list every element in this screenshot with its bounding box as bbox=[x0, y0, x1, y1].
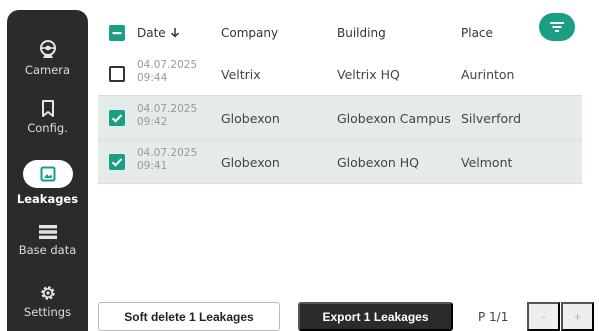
sidebar-item-settings[interactable]: Settings bbox=[7, 284, 88, 319]
building-cell: Veltrix HQ bbox=[337, 67, 400, 82]
sidebar-item-label: Camera bbox=[24, 63, 71, 77]
checkmark-icon bbox=[111, 158, 123, 167]
minus-icon bbox=[112, 32, 122, 35]
row-checkbox[interactable] bbox=[109, 110, 125, 126]
leakages-table: Date Company Building Place 04.07.2025 0… bbox=[98, 12, 582, 184]
company-cell: Globexon bbox=[221, 111, 280, 126]
column-header-date[interactable]: Date bbox=[137, 26, 180, 40]
company-cell: Globexon bbox=[221, 155, 280, 170]
date-cell: 04.07.2025 09:42 bbox=[137, 103, 198, 128]
place-cell: Aurinton bbox=[461, 67, 515, 82]
sidebar: Camera Config. Leakages Base data Settin… bbox=[7, 10, 88, 331]
building-cell: Globexon HQ bbox=[337, 155, 420, 170]
sidebar-item-label: Base data bbox=[18, 243, 77, 257]
soft-delete-button[interactable]: Soft delete 1 Leakages bbox=[98, 302, 280, 331]
table-header: Date Company Building Place bbox=[98, 12, 582, 52]
row-checkbox[interactable] bbox=[109, 66, 125, 82]
filter-button[interactable] bbox=[539, 13, 575, 41]
building-cell: Globexon Campus bbox=[337, 111, 451, 126]
export-button[interactable]: Export 1 Leakages bbox=[298, 302, 453, 331]
bookmark-icon bbox=[41, 100, 54, 117]
active-indicator bbox=[22, 160, 73, 188]
arrow-down-icon bbox=[170, 28, 179, 38]
company-cell: Veltrix bbox=[221, 67, 261, 82]
image-icon bbox=[40, 166, 55, 182]
column-header-place[interactable]: Place bbox=[461, 26, 493, 40]
column-header-building[interactable]: Building bbox=[337, 26, 386, 40]
select-all-checkbox[interactable] bbox=[109, 25, 125, 41]
place-cell: Velmont bbox=[461, 155, 513, 170]
sidebar-item-leakages[interactable]: Leakages bbox=[7, 160, 88, 206]
sidebar-item-label: Settings bbox=[23, 305, 72, 319]
column-header-company[interactable]: Company bbox=[221, 26, 278, 40]
previous-page-button[interactable]: - bbox=[527, 302, 560, 331]
table-row[interactable]: 04.07.2025 09:41 Globexon Globexon HQ Ve… bbox=[98, 140, 582, 184]
row-checkbox[interactable] bbox=[109, 154, 125, 170]
sidebar-item-label: Config. bbox=[27, 121, 68, 135]
next-page-button[interactable]: + bbox=[561, 302, 594, 331]
table-row[interactable]: 04.07.2025 09:44 Veltrix Veltrix HQ Auri… bbox=[98, 52, 582, 96]
sidebar-item-config[interactable]: Config. bbox=[7, 100, 88, 135]
date-cell: 04.07.2025 09:44 bbox=[137, 59, 198, 84]
sidebar-item-camera[interactable]: Camera bbox=[7, 38, 88, 77]
list-icon bbox=[38, 225, 57, 239]
gear-icon bbox=[40, 286, 55, 300]
page-indicator: P 1/1 bbox=[478, 310, 509, 324]
place-cell: Silverford bbox=[461, 111, 522, 126]
date-cell: 04.07.2025 09:41 bbox=[137, 147, 198, 172]
checkmark-icon bbox=[111, 114, 123, 123]
sidebar-item-base-data[interactable]: Base data bbox=[7, 224, 88, 257]
sidebar-item-label: Leakages bbox=[16, 192, 79, 206]
table-row[interactable]: 04.07.2025 09:42 Globexon Globexon Campu… bbox=[98, 96, 582, 140]
filter-icon bbox=[550, 22, 564, 32]
camera-icon bbox=[39, 40, 56, 58]
